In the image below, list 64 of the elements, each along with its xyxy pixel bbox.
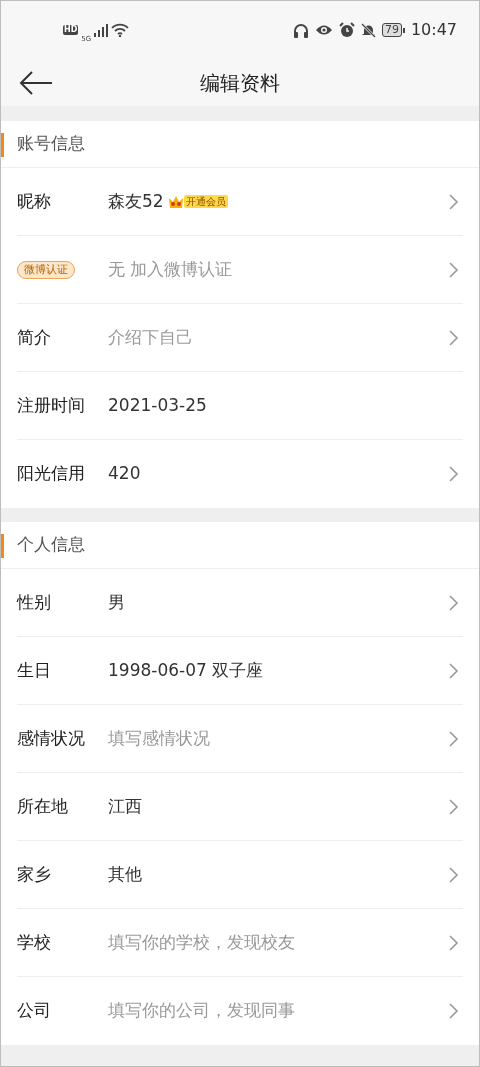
section-title: 个人信息 [17,533,85,557]
profile-row[interactable]: 所在地 江西 [17,773,463,841]
profile-row[interactable]: 性别 男 [17,569,463,637]
eye-icon [314,24,333,36]
field-value: 2021-03-25 [108,393,207,417]
chevron-icon [449,193,459,210]
profile-row[interactable]: 简介 介绍下自己 [17,304,463,372]
profile-row[interactable]: 学校 填写你的学校，发现校友 [17,909,463,977]
field-label: 公司 [17,999,51,1023]
chevron-icon [449,662,459,679]
field-placeholder: 填写感情状况 [108,726,210,750]
profile-row[interactable]: 公司 填写你的公司，发现同事 [17,977,463,1045]
verification-badge: 微博认证 [17,260,75,279]
chevron-icon [449,329,459,346]
field-value: 其他 [108,862,142,886]
status-time: 10:47 [410,19,457,41]
field-label: 阳光信用 [17,462,85,486]
vip-badge[interactable]: 开通会员 [183,195,228,208]
alarm-icon [338,22,355,38]
hd-icon: HD [63,25,79,35]
field-placeholder: 无 加入微博认证 [108,257,233,281]
field-label: 感情状况 [17,726,85,750]
chevron-icon [449,866,459,883]
section-title: 账号信息 [17,132,85,156]
field-value: 江西 [108,794,142,818]
section-accent [1,534,4,558]
field-value: 1998-06-07 双子座 [108,658,264,682]
field-label: 家乡 [17,862,51,886]
headphones-icon [292,22,309,38]
battery-indicator: 79 [381,23,402,37]
chevron-icon [449,594,459,611]
section-accent [1,133,4,157]
profile-row[interactable]: 注册时间 2021-03-25 [17,372,463,440]
field-value: 420 [108,462,141,486]
page-title: 编辑资料 [200,69,280,97]
profile-row[interactable]: 生日 1998-06-07 双子座 [17,637,463,705]
field-label: 性别 [17,590,51,614]
field-label: 注册时间 [17,393,85,417]
field-value: 森友52 [108,189,164,213]
wifi-icon [111,23,130,37]
field-label: 昵称 [17,189,51,213]
chevron-icon [449,934,459,951]
chevron-icon [449,730,459,747]
signal-icon [94,23,109,37]
field-placeholder: 填写你的公司，发现同事 [108,999,295,1023]
chevron-icon [449,466,459,482]
field-placeholder: 介绍下自己 [108,325,193,349]
field-label: 简介 [17,325,51,349]
field-label: 生日 [17,658,51,682]
chevron-icon [449,1003,459,1019]
back-button[interactable] [19,69,55,97]
profile-row[interactable]: 微博认证 无 加入微博认证 [17,236,463,304]
bell-off-icon [360,22,376,38]
profile-row[interactable]: 感情状况 填写感情状况 [17,705,463,773]
crown-icon [167,194,184,209]
field-label: 所在地 [17,794,68,818]
profile-row[interactable]: 家乡 其他 [17,841,463,909]
field-placeholder: 填写你的学校，发现校友 [108,930,295,954]
field-value: 男 [108,590,125,614]
profile-row[interactable]: 阳光信用 420 [17,440,463,508]
chevron-icon [449,798,459,815]
profile-row[interactable]: 昵称 森友52 开通会员 [17,168,463,236]
chevron-icon [449,261,459,278]
field-label: 学校 [17,930,51,954]
